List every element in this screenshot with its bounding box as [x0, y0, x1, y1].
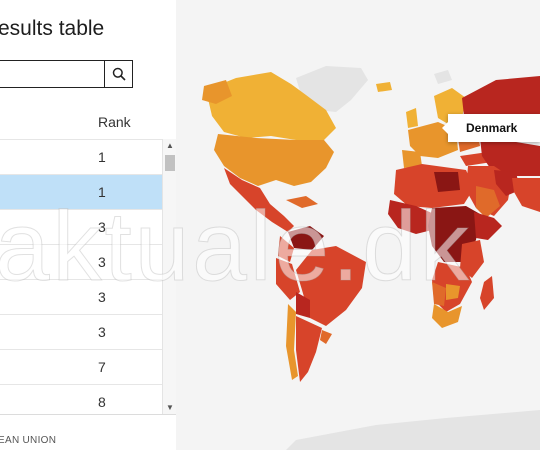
world-map[interactable]: Denmark	[176, 0, 540, 450]
table-row[interactable]: 3	[0, 314, 162, 349]
venezuela-shape	[288, 226, 324, 250]
uruguay-shape	[320, 330, 332, 344]
rank-cell: 7	[98, 359, 106, 375]
search-button[interactable]	[104, 61, 132, 87]
panel-title: esults table	[0, 17, 105, 40]
results-panel: esults table Rank 1 1 3 3 3 3 7 8 ▲ ▼ EA…	[0, 0, 176, 450]
rank-cell: 3	[98, 289, 106, 305]
caribbean-shape	[286, 196, 318, 208]
rank-column-header[interactable]: Rank	[98, 114, 131, 130]
rank-cell: 1	[98, 184, 106, 200]
svalbard-shape	[434, 70, 452, 84]
table-row[interactable]: 7	[0, 349, 162, 384]
search-icon	[112, 67, 126, 81]
panel-divider	[0, 414, 176, 415]
results-table: 1 1 3 3 3 3 7 8	[0, 139, 162, 419]
south-asia-shape	[512, 178, 540, 212]
argentina-shape	[296, 316, 322, 382]
madagascar-shape	[480, 276, 494, 310]
botswana-shape	[446, 284, 460, 300]
table-row[interactable]: 1	[0, 174, 162, 209]
scroll-up-icon[interactable]: ▲	[164, 141, 176, 151]
tooltip-country-name: Denmark	[466, 121, 518, 135]
north-africa-shape	[394, 164, 474, 208]
rank-cell: 3	[98, 219, 106, 235]
search-box	[0, 60, 133, 88]
table-scrollbar[interactable]: ▲ ▼	[162, 139, 176, 415]
table-row[interactable]: 3	[0, 209, 162, 244]
rank-cell: 1	[98, 149, 106, 165]
map-canvas	[202, 66, 540, 450]
rank-cell: 3	[98, 324, 106, 340]
uk-shape	[406, 108, 418, 128]
rank-cell: 8	[98, 394, 106, 410]
region-filter-label[interactable]: EAN UNION	[0, 435, 56, 446]
scroll-thumb[interactable]	[165, 155, 175, 171]
scroll-down-icon[interactable]: ▼	[164, 403, 176, 413]
country-tooltip: Denmark	[442, 114, 540, 142]
table-row[interactable]: 1	[0, 139, 162, 174]
iceland-shape	[376, 82, 392, 92]
table-row[interactable]: 3	[0, 244, 162, 279]
tooltip-arrow	[442, 122, 448, 134]
table-row[interactable]: 3	[0, 279, 162, 314]
search-input[interactable]	[0, 61, 111, 87]
rank-cell: 3	[98, 254, 106, 270]
libya-shape	[434, 172, 460, 192]
antarctica-shape	[286, 410, 540, 450]
